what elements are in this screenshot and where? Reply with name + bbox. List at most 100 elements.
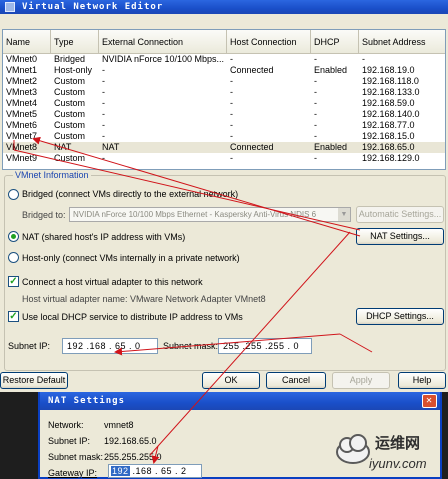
table-cell-external: NVIDIA nForce 10/100 Mbps... <box>102 54 225 64</box>
table-cell-subnet: 192.168.118.0 <box>362 76 419 86</box>
virtual-network-editor: Name Type External Connection Host Conne… <box>0 14 448 392</box>
table-cell-dhcp: - <box>314 54 317 64</box>
table-cell-subnet: 192.168.140.0 <box>362 109 420 119</box>
table-cell-external: - <box>102 98 105 108</box>
table-cell-type: NAT <box>54 142 72 152</box>
adapter-name-label: Host virtual adapter name: VMware Networ… <box>22 294 266 304</box>
table-cell-dhcp: - <box>314 87 317 97</box>
table-cell-name: VMnet4 <box>6 98 38 108</box>
group-title: VMnet Information <box>13 170 91 180</box>
cloud-logo-icon <box>336 434 370 464</box>
column-header-external[interactable]: External Connection <box>99 30 227 54</box>
table-cell-dhcp: - <box>314 131 317 141</box>
subnet-mask-label: Subnet mask: <box>163 341 219 351</box>
table-cell-subnet: 192.168.133.0 <box>362 87 420 97</box>
column-header-subnet[interactable]: Subnet Address <box>359 30 445 54</box>
automatic-settings-button[interactable]: Automatic Settings... <box>356 206 444 223</box>
cancel-button[interactable]: Cancel <box>266 372 326 389</box>
help-button[interactable]: Help <box>398 372 446 389</box>
nat-settings-button[interactable]: NAT Settings... <box>356 228 444 245</box>
table-cell-external: - <box>102 153 105 163</box>
table-cell-name: VMnet0 <box>6 54 38 64</box>
apply-button[interactable]: Apply <box>332 372 390 389</box>
table-cell-type: Custom <box>54 98 86 108</box>
gateway-ip-field[interactable]: 192 .168 . 65 . 2 <box>108 464 202 478</box>
table-row[interactable]: VMnet8 NAT NAT Connected Enabled 192.168.65.0 <box>3 142 445 153</box>
table-cell-subnet: - <box>362 54 365 64</box>
app-icon <box>5 2 15 12</box>
table-cell-external: - <box>102 120 105 130</box>
dhcp-label: Use local DHCP service to distribute IP … <box>22 312 243 322</box>
host-only-radio[interactable] <box>8 252 19 263</box>
subnet-ip-field[interactable]: 192 .168 . 65 . 0 <box>62 338 158 354</box>
bridged-to-value: NVIDIA nForce 10/100 Mbps Ethernet - Kas… <box>73 210 317 219</box>
subnet-ip-label: Subnet IP: <box>8 341 51 351</box>
nat-network-value: vmnet8 <box>104 420 134 430</box>
column-header-host[interactable]: Host Connection <box>227 30 311 54</box>
table-cell-dhcp: - <box>314 109 317 119</box>
subnet-mask-field[interactable]: 255 .255 .255 . 0 <box>218 338 312 354</box>
bridged-to-select[interactable]: NVIDIA nForce 10/100 Mbps Ethernet - Kas… <box>69 207 351 222</box>
table-cell-name: VMnet1 <box>6 65 38 75</box>
table-cell-host: - <box>230 109 233 119</box>
table-cell-dhcp: - <box>314 153 317 163</box>
table-cell-subnet: 192.168.59.0 <box>362 98 415 108</box>
table-cell-type: Custom <box>54 120 86 130</box>
table-body: VMnet0 Bridged NVIDIA nForce 10/100 Mbps..… <box>3 54 445 164</box>
table-cell-subnet: 192.168.15.0 <box>362 131 415 141</box>
table-row[interactable]: VMnet6 Custom - - - 192.168.77.0 <box>3 120 445 131</box>
table-cell-type: Custom <box>54 109 86 119</box>
table-cell-subnet: 192.168.19.0 <box>362 65 415 75</box>
table-cell-host: Connected <box>230 142 274 152</box>
watermark-brand: 运维网 <box>375 435 421 452</box>
ok-button[interactable]: OK <box>202 372 260 389</box>
table-row[interactable]: VMnet7 Custom - - - 192.168.15.0 <box>3 131 445 142</box>
table-row[interactable]: VMnet4 Custom - - - 192.168.59.0 <box>3 98 445 109</box>
table-cell-name: VMnet6 <box>6 120 38 130</box>
radio-selected-dot <box>11 234 16 239</box>
gateway-ip-label: Gateway IP: <box>48 468 98 478</box>
table-row[interactable]: VMnet1 Host-only - Connected Enabled 192.168.… <box>3 65 445 76</box>
column-header-dhcp[interactable]: DHCP <box>311 30 359 54</box>
table-row[interactable]: VMnet3 Custom - - - 192.168.133.0 <box>3 87 445 98</box>
table-cell-host: - <box>230 87 233 97</box>
bridged-to-label: Bridged to: <box>22 210 66 220</box>
table-row[interactable]: VMnet9 Custom - - - 192.168.129.0 <box>3 153 445 164</box>
bridged-radio[interactable] <box>8 189 19 200</box>
dhcp-checkbox[interactable]: ✓ <box>8 311 19 322</box>
nat-subnet-mask-label: Subnet mask: <box>48 452 104 462</box>
table-cell-external: - <box>102 131 105 141</box>
nat-dialog-titlebar[interactable]: NAT Settings ✕ <box>40 392 440 410</box>
dhcp-settings-button[interactable]: DHCP Settings... <box>356 308 444 325</box>
table-cell-host: Connected <box>230 65 274 75</box>
column-header-name[interactable]: Name <box>3 30 51 54</box>
nat-radio[interactable] <box>8 231 19 242</box>
nat-subnet-mask-value: 255.255.255.0 <box>104 452 162 462</box>
nat-network-label: Network: <box>48 420 84 430</box>
column-header-type[interactable]: Type <box>51 30 99 54</box>
table-cell-dhcp: - <box>314 98 317 108</box>
table-header: Name Type External Connection Host Conne… <box>3 30 445 54</box>
table-cell-dhcp: Enabled <box>314 142 348 152</box>
table-cell-host: - <box>230 76 233 86</box>
watermark: 运维网 iyunv.com <box>333 426 445 478</box>
close-icon[interactable]: ✕ <box>422 394 437 408</box>
connect-adapter-checkbox[interactable]: ✓ <box>8 276 19 287</box>
table-cell-type: Custom <box>54 87 86 97</box>
table-row[interactable]: VMnet0 Bridged NVIDIA nForce 10/100 Mbps..… <box>3 54 445 65</box>
table-cell-name: VMnet3 <box>6 87 38 97</box>
table-row[interactable]: VMnet5 Custom - - - 192.168.140.0 <box>3 109 445 120</box>
table-row[interactable]: VMnet2 Custom - - - 192.168.118.0 <box>3 76 445 87</box>
nat-subnet-ip-value: 192.168.65.0 <box>104 436 157 446</box>
nat-label: NAT (shared host's IP address with VMs) <box>22 232 186 242</box>
restore-default-button[interactable]: Restore Default <box>0 372 68 389</box>
table-cell-type: Custom <box>54 76 86 86</box>
bridged-label: Bridged (connect VMs directly to the ext… <box>22 189 239 199</box>
table-cell-host: - <box>230 54 233 64</box>
window-titlebar[interactable]: Virtual Network Editor <box>0 0 448 14</box>
chevron-down-icon: ▼ <box>338 208 350 221</box>
connect-adapter-label: Connect a host virtual adapter to this n… <box>22 277 203 287</box>
nat-subnet-ip-label: Subnet IP: <box>48 436 91 446</box>
table-cell-subnet: 192.168.129.0 <box>362 153 420 163</box>
table-cell-name: VMnet7 <box>6 131 38 141</box>
